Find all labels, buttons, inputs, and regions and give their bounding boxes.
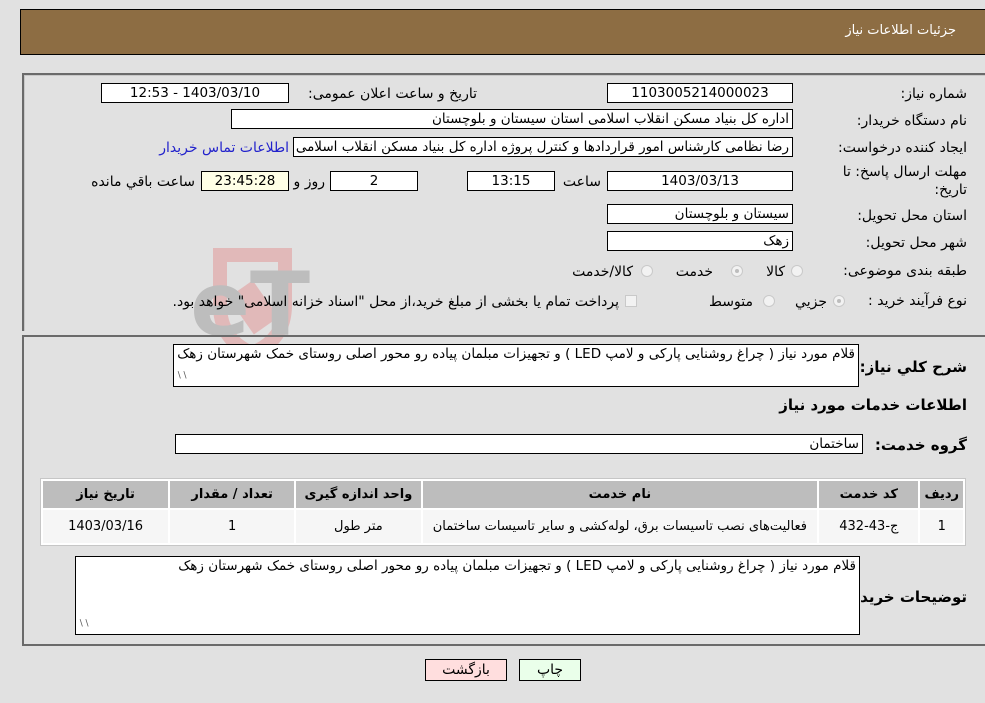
delivery-city-label: شهر محل تحویل: [865, 235, 967, 251]
page-header: جزئیات اطلاعات نیاز [20, 9, 985, 55]
deadline-label: مهلت ارسال پاسخ: تا [842, 164, 967, 180]
purchase-type-radio-medium[interactable] [763, 295, 775, 307]
category-option-service: خدمت [675, 264, 713, 280]
treasury-checkbox[interactable] [625, 295, 637, 307]
cell-service-name: فعالیت‌های نصب تاسیسات برق، لوله‌کشی و س… [422, 510, 818, 543]
purchase-type-option-minor: جزيي [795, 294, 827, 310]
category-label: طبقه بندی موضوعی: [843, 263, 967, 279]
cell-service-code: ج-43-432 [819, 510, 919, 543]
treasury-checkbox-label: پرداخت تمام یا بخشی از مبلغ خرید،از محل … [172, 294, 619, 310]
service-group-field: ساختمان [175, 434, 863, 454]
services-table: ردیف کد خدمت نام خدمت واحد اندازه گیری ت… [40, 478, 966, 546]
announce-datetime-field: 1403/03/10 - 12:53 [101, 83, 289, 103]
page-title: جزئیات اطلاعات نیاز [845, 23, 956, 38]
announce-datetime-label: تاریخ و ساعت اعلان عمومی: [308, 86, 477, 102]
delivery-province-field: سیستان و بلوچستان [607, 204, 793, 224]
cell-quantity: 1 [170, 510, 295, 543]
need-number-label: شماره نیاز: [900, 86, 968, 102]
deadline-time-label: ساعت [562, 174, 601, 190]
purchase-type-label: نوع فرآیند خرید : [868, 293, 967, 309]
category-radio-service[interactable] [731, 265, 743, 277]
cell-unit: متر طول [296, 510, 421, 543]
delivery-province-label: استان محل تحویل: [857, 208, 967, 224]
category-option-goods-service: کالا/خدمت [572, 264, 633, 280]
buyer-notes-textarea[interactable]: قلام مورد نیاز ( چراغ روشنایی پارکی و لا… [75, 556, 860, 635]
deadline-time-field: 13:15 [467, 171, 555, 191]
col-header-unit: واحد اندازه گیری [296, 481, 421, 508]
category-radio-goods-service[interactable] [641, 265, 653, 277]
buyer-org-label: نام دستگاه خریدار: [856, 113, 967, 129]
table-row: 1 ج-43-432 فعالیت‌های نصب تاسیسات برق، ل… [43, 510, 963, 543]
purchase-type-option-medium: متوسط [709, 294, 753, 310]
col-header-need-date: تاریخ نیاز [43, 481, 169, 508]
resize-grip-icon[interactable]: ∖∖ [78, 616, 89, 633]
deadline-label-date: تاریخ: [934, 182, 967, 198]
col-header-service-code: کد خدمت [819, 481, 919, 508]
delivery-city-field: زهک [607, 231, 793, 251]
print-button[interactable]: چاپ [519, 659, 581, 681]
remaining-time-label: ساعت باقي مانده [91, 174, 195, 190]
buyer-notes-text: قلام مورد نیاز ( چراغ روشنایی پارکی و لا… [178, 558, 856, 574]
col-header-quantity: تعداد / مقدار [170, 481, 295, 508]
days-label: روز و [293, 174, 326, 190]
cell-need-date: 1403/03/16 [43, 510, 169, 543]
buyer-org-field: اداره کل بنیاد مسکن انقلاب اسلامی استان … [231, 109, 793, 129]
days-remaining-field: 2 [330, 171, 418, 191]
category-option-goods: کالا [766, 264, 785, 280]
back-button[interactable]: بازگشت [425, 659, 507, 681]
deadline-date-field: 1403/03/13 [607, 171, 793, 191]
service-group-label: گروه خدمت: [874, 436, 967, 454]
need-number-field: 1103005214000023 [607, 83, 793, 103]
col-header-row-number: ردیف [920, 481, 963, 508]
purchase-type-radio-minor[interactable] [833, 295, 845, 307]
requester-field: رضا نظامی کارشناس امور قراردادها و کنترل… [293, 137, 793, 157]
summary-text: قلام مورد نیاز ( چراغ روشنایی پارکی و لا… [177, 346, 855, 362]
requester-label: ایجاد کننده درخواست: [838, 140, 967, 156]
cell-row-number: 1 [920, 510, 963, 543]
table-header-row: ردیف کد خدمت نام خدمت واحد اندازه گیری ت… [43, 481, 963, 508]
services-section-title: اطلاعات خدمات مورد نياز [779, 396, 967, 414]
remaining-time-field: 23:45:28 [201, 171, 289, 191]
summary-textarea[interactable]: قلام مورد نیاز ( چراغ روشنایی پارکی و لا… [173, 344, 859, 387]
resize-grip-icon[interactable]: ∖∖ [176, 368, 187, 385]
col-header-service-name: نام خدمت [422, 481, 818, 508]
summary-label: شرح کلي نياز: [859, 358, 967, 376]
category-radio-goods[interactable] [791, 265, 803, 277]
buyer-contact-link[interactable]: اطلاعات تماس خریدار [159, 140, 289, 156]
